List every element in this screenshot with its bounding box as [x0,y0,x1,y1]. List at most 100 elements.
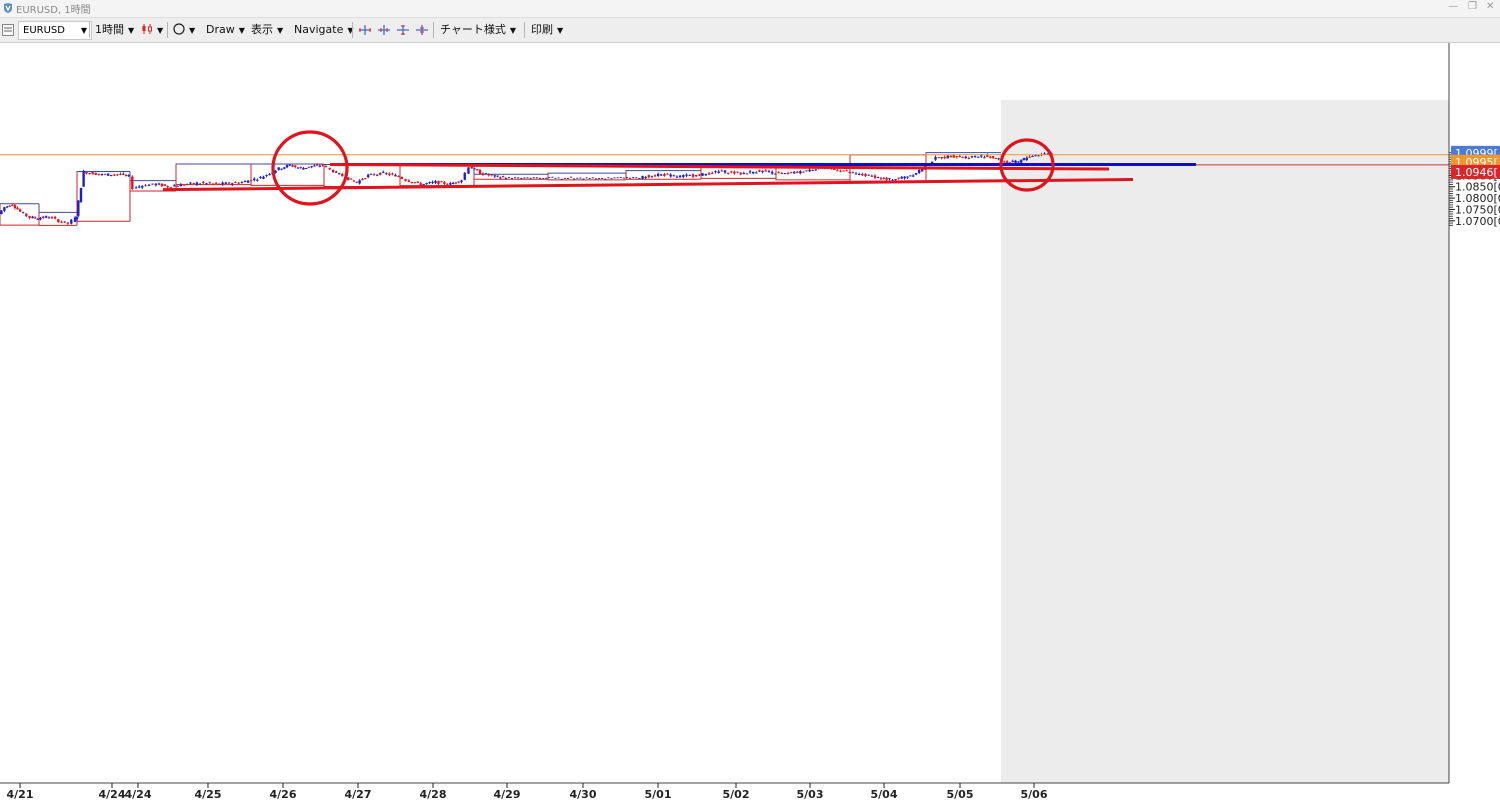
candle-body [946,155,949,159]
zoom-in-vertical-icon[interactable] [397,25,409,35]
candle-body [751,171,755,174]
candle-body [726,172,730,174]
candle [0,210,3,215]
chart-style-menu[interactable]: チャート様式 ▼ [440,21,516,39]
candle-body [802,171,805,173]
price-chart[interactable]: 1.0700[01.0750[01.0800[01.0850[01.0900[0… [0,43,1500,804]
draw-menu[interactable]: Draw ▼ [206,21,245,39]
candle-body [18,209,22,212]
weekend-tick [551,176,554,178]
candle-body [885,177,888,180]
candle-body [443,182,446,184]
navigate-label: Navigate [294,23,344,36]
candle-body [882,177,885,179]
candle-body [707,173,711,175]
candle-body [911,175,915,177]
candle-body [663,174,666,177]
toolbar-divider [524,22,525,38]
candle-body [410,181,414,183]
plot-area-top-right-background [1001,43,1449,100]
candle-body [221,182,224,185]
candle-body [783,173,787,175]
candle-body [973,156,977,158]
weekend-tick [570,176,573,178]
candle-body [451,182,455,185]
candle-body [917,170,921,173]
candle-body [151,183,154,185]
candle-body [467,167,470,174]
candle-body [767,171,771,173]
candle-body [299,166,302,169]
candle-body [134,187,138,189]
time-tick-label: 4/26 [270,788,297,801]
candle-body [224,182,228,184]
zoom-out-horizontal-icon[interactable] [378,25,390,35]
candle [249,180,253,182]
candle-body [124,174,128,176]
chart-type-dropdown[interactable]: ▼ [141,21,163,39]
candle-body [777,172,780,174]
close-icon[interactable]: ✕ [1486,1,1494,12]
candle-body [949,155,952,158]
candle-body [366,174,370,178]
candle-body [42,216,45,218]
candle-body [720,170,724,172]
toolbar-divider [167,22,168,38]
weekend-tick [514,177,517,179]
weekend-tick [554,177,557,179]
symbol-select[interactable]: EURUSD ▼ [18,21,92,40]
candle-body [388,173,391,176]
timeframe-dropdown[interactable]: 1時間 ▼ [95,21,134,39]
candle-body [449,183,452,185]
candle-body [256,179,259,181]
candle-body [431,181,434,183]
candle-body [189,182,192,184]
candle-body [669,174,672,177]
candle-body [666,173,669,175]
timeframe-label: 1時間 [95,23,124,36]
candle-body [227,182,231,184]
symbol-value: EURUSD [23,25,65,36]
candle-body [8,205,11,207]
candle-body [404,179,407,181]
candle-body [21,212,25,214]
zoom-in-horizontal-icon[interactable] [359,25,371,35]
shape-tool-dropdown[interactable]: ▼ [173,21,195,39]
candle [79,187,83,203]
candle-body [1022,158,1026,161]
candle-body [218,183,221,185]
candle [876,176,880,179]
candle-body [88,173,91,175]
restore-icon[interactable]: ❐ [1468,1,1477,12]
print-menu[interactable]: 印刷 ▼ [531,21,563,39]
candle-body [407,180,411,182]
chart-menu-icon[interactable] [2,24,14,36]
candle-body [265,174,268,176]
candle-body [976,156,980,158]
candle-body [338,173,341,175]
candle-body [91,172,94,175]
navigate-menu[interactable]: Navigate ▼ [294,21,354,39]
candle-body [660,174,663,176]
candle-body [358,180,361,184]
candle-body [268,174,271,176]
chart-toolbar: EURUSD ▼ 1時間 ▼ ▼ ▼ Draw ▼ 表示 ▼ Navigate ▼ チャ… [0,18,1500,43]
zoom-out-vertical-icon[interactable] [416,25,428,35]
minimize-icon[interactable]: — [1448,1,1458,12]
display-menu[interactable]: 表示 ▼ [251,21,283,39]
draw-label: Draw [206,23,235,36]
chevron-down-icon: ▼ [128,26,135,35]
candle-body [77,200,80,216]
candle-body [487,174,490,176]
candle-body [110,174,113,176]
candle-body [854,173,858,175]
candle-body [361,179,364,181]
candle [422,183,425,186]
weekend-tick [576,177,579,179]
candle-body [730,171,733,173]
candle-body [460,180,463,182]
display-label: 表示 [251,23,273,36]
candle-body [237,182,240,184]
candle-body [169,187,173,189]
candle-body [173,185,176,187]
